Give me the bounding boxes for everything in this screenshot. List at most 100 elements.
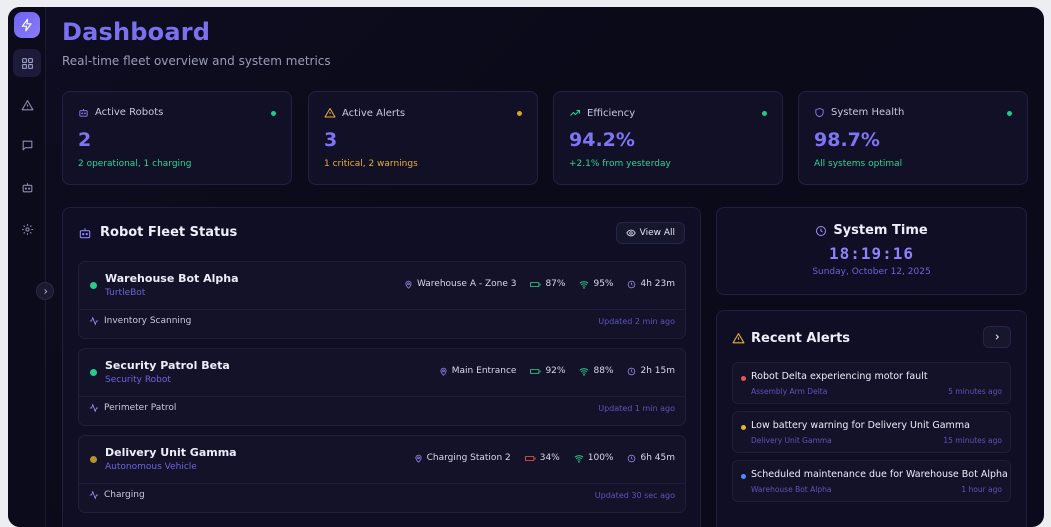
stat-label: Efficiency <box>587 107 636 119</box>
robot-card[interactable]: Security Patrol Beta Security Robot Main… <box>78 348 686 426</box>
map-pin-icon <box>405 280 412 289</box>
stat-value: 3 <box>324 129 338 151</box>
system-date: Sunday, October 12, 2025 <box>812 267 931 277</box>
robot-updated: Updated 1 min ago <box>598 404 675 413</box>
status-dot <box>90 456 97 463</box>
status-dot <box>1007 111 1012 116</box>
panel-title: System Time <box>833 223 928 238</box>
robot-name: Delivery Unit Gamma <box>105 446 237 459</box>
alert-time: 15 minutes ago <box>943 436 1002 445</box>
alert-time: 5 minutes ago <box>948 387 1002 396</box>
nav-alerts[interactable] <box>13 91 41 119</box>
clock-icon <box>816 225 827 236</box>
alert-severity-dot <box>741 474 746 479</box>
eye-icon <box>625 229 636 237</box>
status-dot <box>271 111 276 116</box>
stat-value: 94.2% <box>569 129 635 151</box>
page-subtitle: Real-time fleet overview and system metr… <box>62 54 331 68</box>
robot-card[interactable]: Warehouse Bot Alpha TurtleBot Warehouse … <box>78 261 686 339</box>
stat-value: 2 <box>78 129 92 151</box>
map-pin-icon <box>415 454 422 463</box>
nav-settings[interactable] <box>13 215 41 243</box>
stat-label: Active Robots <box>95 107 164 118</box>
robot-signal: 88% <box>593 366 614 376</box>
robot-task: Inventory Scanning <box>104 316 192 326</box>
battery-icon <box>524 455 536 461</box>
alert-source: Delivery Unit Gamma <box>751 436 832 445</box>
nav-dashboard[interactable] <box>13 49 41 77</box>
app-window: Dashboard Real-time fleet overview and s… <box>8 7 1044 527</box>
robot-icon <box>79 108 88 117</box>
stat-card-active-robots: Active Robots 2 2 operational, 1 chargin… <box>62 91 292 185</box>
alerts-more-button[interactable] <box>983 326 1011 348</box>
nav-messages[interactable] <box>13 131 41 159</box>
alert-item[interactable]: Robot Delta experiencing motor fault Ass… <box>732 362 1011 404</box>
alert-triangle-icon <box>732 333 745 344</box>
clock-icon <box>628 280 636 288</box>
activity-icon <box>89 316 99 326</box>
alert-item[interactable]: Scheduled maintenance due for Warehouse … <box>732 460 1011 502</box>
message-icon <box>22 140 32 150</box>
main-content: Dashboard Real-time fleet overview and s… <box>46 7 1044 527</box>
stat-subtext: 2 operational, 1 charging <box>78 159 192 169</box>
robot-signal: 95% <box>593 279 614 289</box>
lightning-logo-icon[interactable] <box>14 12 40 38</box>
alert-source: Warehouse Bot Alpha <box>751 485 832 494</box>
sidebar <box>8 7 46 527</box>
status-dot <box>90 282 97 289</box>
robot-card[interactable]: Delivery Unit Gamma Autonomous Vehicle C… <box>78 435 686 513</box>
trending-up-icon <box>570 110 580 116</box>
stat-value: 98.7% <box>814 129 880 151</box>
alert-item[interactable]: Low battery warning for Delivery Unit Ga… <box>732 411 1011 453</box>
panel-title: Robot Fleet Status <box>100 225 238 240</box>
shield-icon <box>815 107 824 118</box>
stat-subtext: All systems optimal <box>814 159 903 169</box>
robot-name: Warehouse Bot Alpha <box>105 272 239 285</box>
robot-name: Security Patrol Beta <box>105 359 230 372</box>
view-all-label: View All <box>639 228 675 238</box>
clock-icon <box>628 367 636 375</box>
robot-icon <box>22 182 32 192</box>
stat-label: System Health <box>831 107 905 118</box>
activity-icon <box>89 403 99 413</box>
alert-triangle-icon <box>21 99 33 110</box>
alert-severity-dot <box>741 376 746 381</box>
robot-fleet-panel: Robot Fleet Status View All Warehouse Bo… <box>62 207 701 527</box>
divider <box>79 483 685 484</box>
wifi-icon <box>574 454 584 463</box>
gear-icon <box>21 223 33 235</box>
robot-task: Charging <box>104 490 145 500</box>
battery-icon <box>530 281 542 287</box>
robot-uptime: 6h 45m <box>640 453 675 463</box>
robot-battery: 92% <box>545 366 566 376</box>
wifi-icon <box>580 367 589 376</box>
alert-source: Assembly Arm Delta <box>751 387 828 396</box>
robot-battery: 87% <box>545 279 566 289</box>
nav-robots[interactable] <box>13 173 41 201</box>
status-dot <box>90 369 97 376</box>
alert-severity-dot <box>741 425 746 430</box>
robot-signal: 100% <box>587 453 614 463</box>
alert-triangle-icon <box>324 108 336 118</box>
stat-card-active-alerts: Active Alerts 3 1 critical, 2 warnings <box>308 91 538 185</box>
divider <box>79 396 685 397</box>
robot-type: TurtleBot <box>105 288 146 298</box>
stat-card-efficiency: Efficiency 94.2% +2.1% from yesterday <box>553 91 783 185</box>
stat-subtext: 1 critical, 2 warnings <box>324 159 418 169</box>
map-pin-icon <box>440 367 447 376</box>
status-dot <box>762 111 767 116</box>
robot-icon <box>79 227 91 238</box>
alert-text: Scheduled maintenance due for Warehouse … <box>751 469 1008 480</box>
battery-icon <box>530 368 542 374</box>
clock-icon <box>628 454 636 462</box>
page-title: Dashboard <box>62 18 211 46</box>
robot-type: Autonomous Vehicle <box>105 462 197 472</box>
robot-uptime: 4h 23m <box>640 279 675 289</box>
stat-label: Active Alerts <box>342 107 406 119</box>
robot-updated: Updated 2 min ago <box>598 317 675 326</box>
recent-alerts-panel: Recent Alerts Robot Delta experiencing m… <box>716 310 1027 527</box>
status-dot <box>517 111 522 116</box>
robot-location: Main Entrance <box>451 366 517 376</box>
view-all-button[interactable]: View All <box>615 222 685 244</box>
robot-task: Perimeter Patrol <box>104 403 177 413</box>
